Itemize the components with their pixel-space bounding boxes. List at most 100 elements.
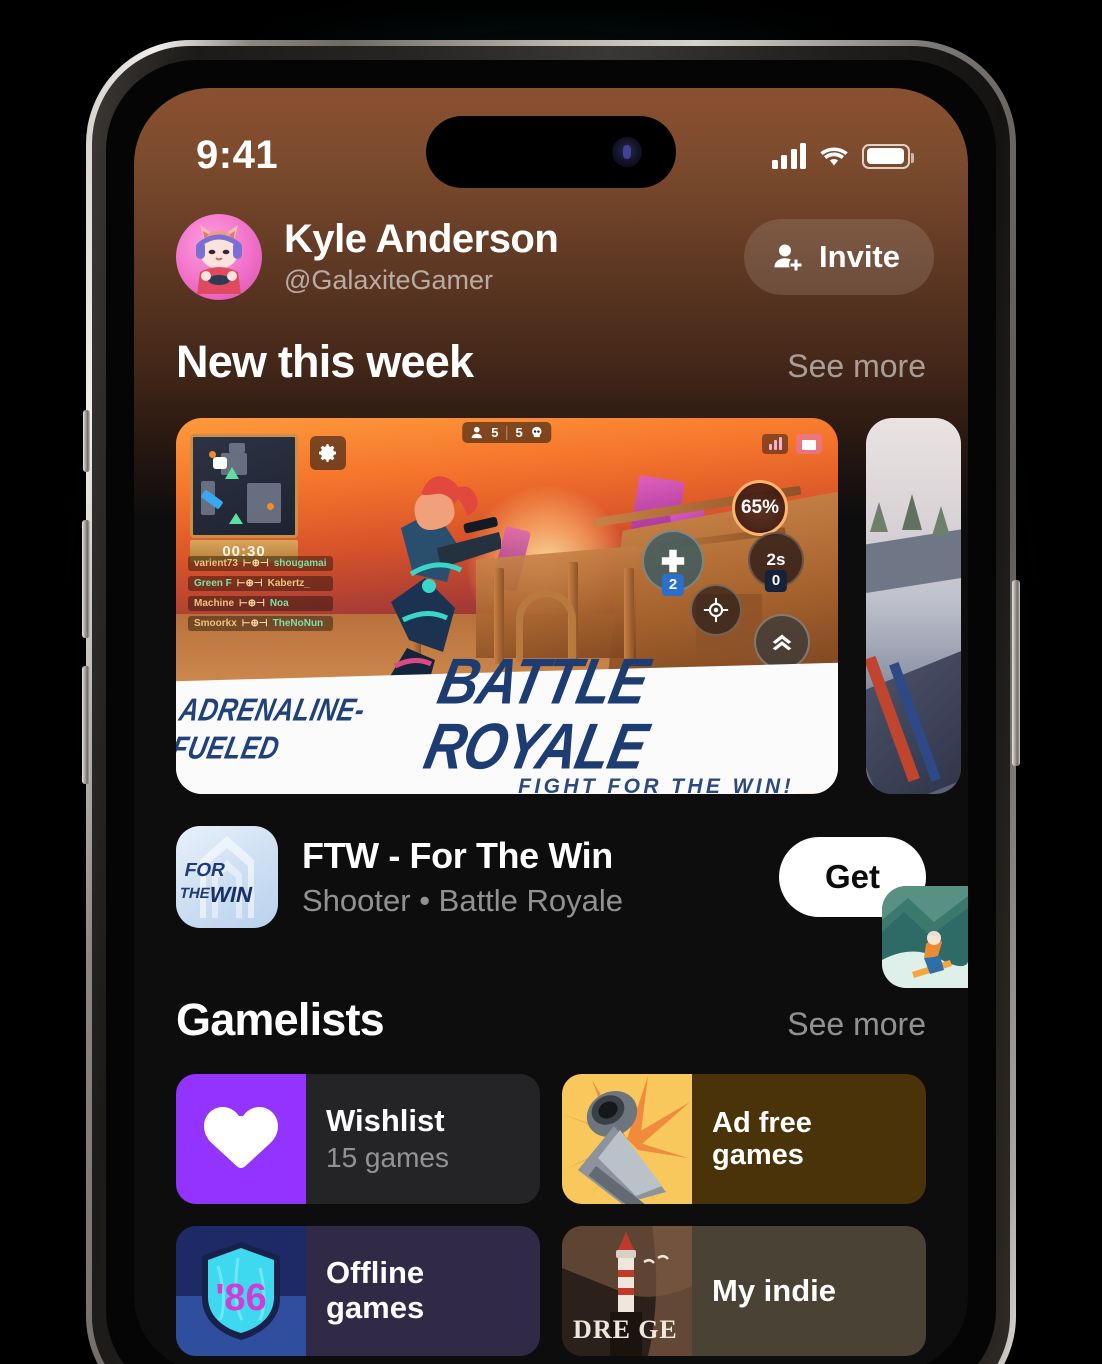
gear-icon[interactable] — [310, 436, 346, 470]
phone-bezel: 9:41 Kyle Anderson @GalaxiteGamer Invite… — [106, 60, 996, 1364]
phone-screen: 9:41 Kyle Anderson @GalaxiteGamer Invite… — [134, 88, 968, 1364]
grenade-button[interactable]: 2s 0 — [748, 532, 804, 592]
gamelist-body: Ad free games — [692, 1074, 926, 1204]
status-bar-clock: 9:41 — [196, 132, 279, 177]
killfeed-victim: shougamai — [273, 558, 327, 569]
kill-feed-row: Green F ⊢⊕⊣ Kabertz_ — [188, 576, 333, 591]
svg-text:DRE: DRE — [573, 1315, 631, 1344]
volume-down-button[interactable] — [82, 666, 90, 784]
phone-band: 9:41 Kyle Anderson @GalaxiteGamer Invite… — [92, 46, 1010, 1364]
gamelist-body: My indie — [692, 1226, 926, 1356]
svg-text:THE: THE — [178, 885, 212, 902]
gamelist-body: Offline games — [306, 1226, 540, 1356]
game-artwork: 00:30 varient73 ⊢⊕⊣ shougamai Green F ⊢⊕… — [176, 418, 838, 794]
featured-app-meta: FTW - For The Win Shooter • Battle Royal… — [302, 835, 755, 919]
svg-text:GE: GE — [638, 1315, 678, 1344]
killfeed-weapon-icon: ⊢⊕⊣ — [241, 618, 268, 629]
dredge-lighthouse-icon: DRE GE — [562, 1226, 692, 1356]
invite-button-label: Invite — [819, 239, 900, 274]
kill-feed-row: Machine ⊢⊕⊣ Noa — [188, 596, 333, 611]
killfeed-weapon-icon: ⊢⊕⊣ — [236, 578, 263, 589]
gamelist-card-ad-free-games[interactable]: Ad free games — [562, 1074, 926, 1204]
hud-top-right — [762, 434, 822, 454]
content-scroll[interactable]: New this week See more 00:30 varient73 ⊢… — [134, 336, 968, 1364]
profile-handle: @GalaxiteGamer — [284, 265, 493, 295]
promo-banner-content: ADRENALINE-FUELED BATTLE ROYALE FIGHT FO… — [176, 644, 838, 794]
kill-feed-row: Smoorkx ⊢⊕⊣ TheNoNun — [188, 616, 333, 631]
gamelist-card-my-indie[interactable]: DRE GE My indie — [562, 1226, 926, 1356]
health-indicator[interactable]: 65% — [732, 480, 788, 536]
health-percent-label: 65% — [740, 497, 780, 518]
screenshot-stage: 9:41 Kyle Anderson @GalaxiteGamer Invite… — [0, 0, 1102, 1364]
grenade-count: 0 — [764, 570, 788, 592]
dynamic-island — [426, 116, 676, 188]
heart-icon — [176, 1074, 306, 1204]
svg-text:'86: '86 — [215, 1277, 266, 1319]
crosshair-icon — [703, 597, 729, 623]
killfeed-weapon-icon: ⊢⊕⊣ — [239, 598, 265, 609]
featured-carousel[interactable]: 00:30 varient73 ⊢⊕⊣ shougamai Green F ⊢⊕… — [134, 418, 968, 794]
profile-name: Kyle Anderson — [284, 217, 559, 261]
killfeed-killer: Machine — [194, 598, 235, 609]
gamelist-title: Ad free games — [712, 1106, 812, 1171]
featured-card-ftw[interactable]: 00:30 varient73 ⊢⊕⊣ shougamai Green F ⊢⊕… — [176, 418, 838, 794]
ftw-app-icon[interactable]: FOR THE WIN — [176, 826, 278, 928]
gamelist-title: Offline games — [326, 1255, 425, 1325]
gamelist-card-offline-games[interactable]: '86 Offline games — [176, 1226, 540, 1356]
stats-icon — [762, 434, 788, 454]
killfeed-victim: TheNoNun — [272, 618, 324, 629]
skull-icon — [532, 426, 542, 438]
gamelists-grid: Wishlist 15 games Ad free games '86 Offl… — [134, 1074, 968, 1356]
killfeed-weapon-icon: ⊢⊕⊣ — [242, 558, 269, 569]
gamelist-subtitle: 15 games — [326, 1142, 449, 1174]
gamelist-title: My indie — [712, 1272, 837, 1308]
section-header-new-this-week: New this week See more — [134, 336, 968, 388]
kill-feed: varient73 ⊢⊕⊣ shougamai Green F ⊢⊕⊣ Kabe… — [188, 556, 333, 631]
snowboard-app-icon[interactable] — [882, 886, 968, 988]
promo-pre-headline: ADRENALINE-FUELED — [176, 691, 369, 766]
power-button[interactable] — [1012, 580, 1020, 766]
featured-card-next[interactable] — [866, 418, 961, 794]
menu-icon — [796, 434, 822, 454]
svg-text:WIN: WIN — [207, 882, 255, 907]
kill-feed-row: varient73 ⊢⊕⊣ shougamai — [188, 556, 333, 571]
person-add-icon — [774, 244, 802, 271]
avatar[interactable] — [176, 214, 262, 300]
person-icon — [471, 426, 482, 439]
see-more-gamelists[interactable]: See more — [787, 1006, 926, 1043]
medkit-icon — [661, 549, 685, 573]
signal-bars-icon — [771, 143, 806, 169]
mute-switch[interactable] — [83, 410, 90, 472]
featured-app-row: FOR THE WIN FTW - For The Win Shooter • … — [134, 826, 968, 928]
players-alive-count: 5 — [491, 425, 499, 440]
minimap — [190, 434, 298, 538]
gamelists-section: Gamelists See more Wishlist 15 games Ad … — [134, 994, 968, 1356]
shield-86-icon: '86 — [176, 1226, 306, 1356]
medkit-button[interactable]: 2 — [642, 530, 704, 596]
battery-icon — [862, 143, 914, 169]
section-title-new-this-week: New this week — [176, 336, 474, 387]
gamelist-body: Wishlist 15 games — [306, 1074, 540, 1204]
promo-headline: BATTLE ROYALE — [418, 644, 655, 783]
svg-text:FOR: FOR — [183, 860, 228, 881]
killfeed-victim: Kabertz_ — [267, 578, 310, 589]
kill-count: 5 — [515, 425, 523, 440]
grenade-timer: 2s — [766, 550, 786, 569]
featured-app-subtitle: Shooter • Battle Royale — [302, 883, 624, 918]
see-more-new-this-week[interactable]: See more — [787, 348, 926, 385]
killfeed-killer: Green F — [194, 578, 232, 589]
killfeed-killer: varient73 — [194, 558, 238, 569]
front-camera-icon — [612, 137, 642, 167]
section-header-gamelists: Gamelists See more — [134, 994, 968, 1046]
gamelist-card-wishlist[interactable]: Wishlist 15 games — [176, 1074, 540, 1204]
phone-frame: 9:41 Kyle Anderson @GalaxiteGamer Invite… — [82, 40, 1020, 1364]
aim-button[interactable] — [690, 584, 742, 636]
profile-name-block: Kyle Anderson @GalaxiteGamer — [284, 218, 744, 296]
volume-up-button[interactable] — [82, 520, 90, 638]
profile-header: Kyle Anderson @GalaxiteGamer Invite — [134, 214, 968, 300]
app-root: 9:41 Kyle Anderson @GalaxiteGamer Invite… — [134, 88, 968, 1364]
wifi-icon — [818, 143, 850, 169]
invite-button[interactable]: Invite — [744, 219, 934, 295]
section-title-gamelists: Gamelists — [176, 994, 385, 1045]
medkit-count: 2 — [661, 574, 685, 596]
